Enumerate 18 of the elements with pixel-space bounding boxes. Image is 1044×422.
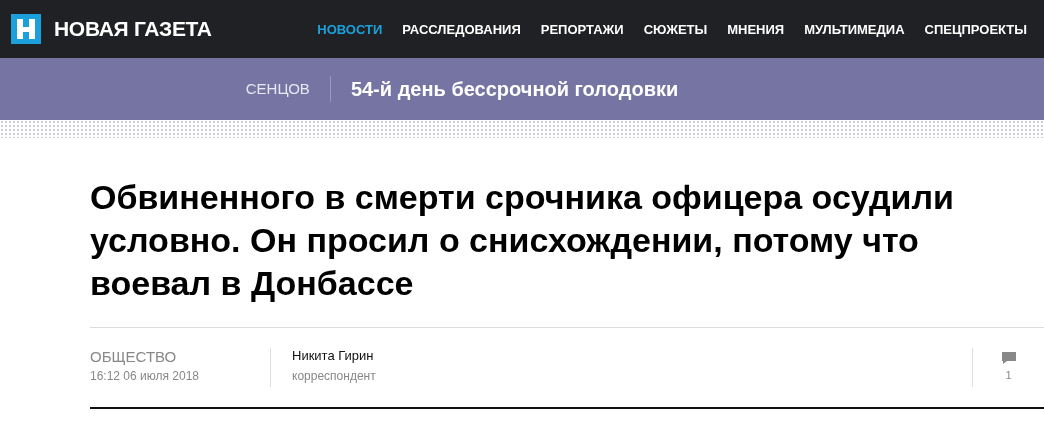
nav-link[interactable]: РАССЛЕДОВАНИЯ xyxy=(402,21,521,37)
logo-icon[interactable] xyxy=(11,14,41,44)
site-logo[interactable]: НОВАЯ ГАЗЕТА xyxy=(54,17,212,41)
publish-date: 16:12 06 июля 2018 xyxy=(90,369,200,383)
author-role: корреспондент xyxy=(292,369,377,383)
nav-link[interactable]: СЮЖЕТЫ xyxy=(643,21,708,37)
nav-link[interactable]: СПЕЦПРОЕКТЫ xyxy=(924,21,1027,37)
author-link[interactable]: Никита Гирин xyxy=(292,348,972,363)
article-title: Обвиненного в смерти срочника офицера осудили условно. Он просил о снисхождении, потому что воевал в Донбассе xyxy=(90,177,955,304)
topic-headline[interactable]: 54-й день бессрочной голодовки xyxy=(330,77,679,101)
rubric-link[interactable]: ОБЩЕСТВО xyxy=(90,348,270,365)
comment-count[interactable]: 1 xyxy=(1005,369,1012,381)
nav-link[interactable]: НОВОСТИ xyxy=(317,21,383,37)
nav-link[interactable]: РЕПОРТАЖИ xyxy=(540,21,624,37)
comment-icon[interactable] xyxy=(1000,351,1017,365)
topic-tag[interactable]: СЕНЦОВ xyxy=(245,76,331,102)
nav-link[interactable]: МНЕНИЯ xyxy=(727,21,785,37)
nav-link[interactable]: МУЛЬТИМЕДИА xyxy=(804,21,905,37)
